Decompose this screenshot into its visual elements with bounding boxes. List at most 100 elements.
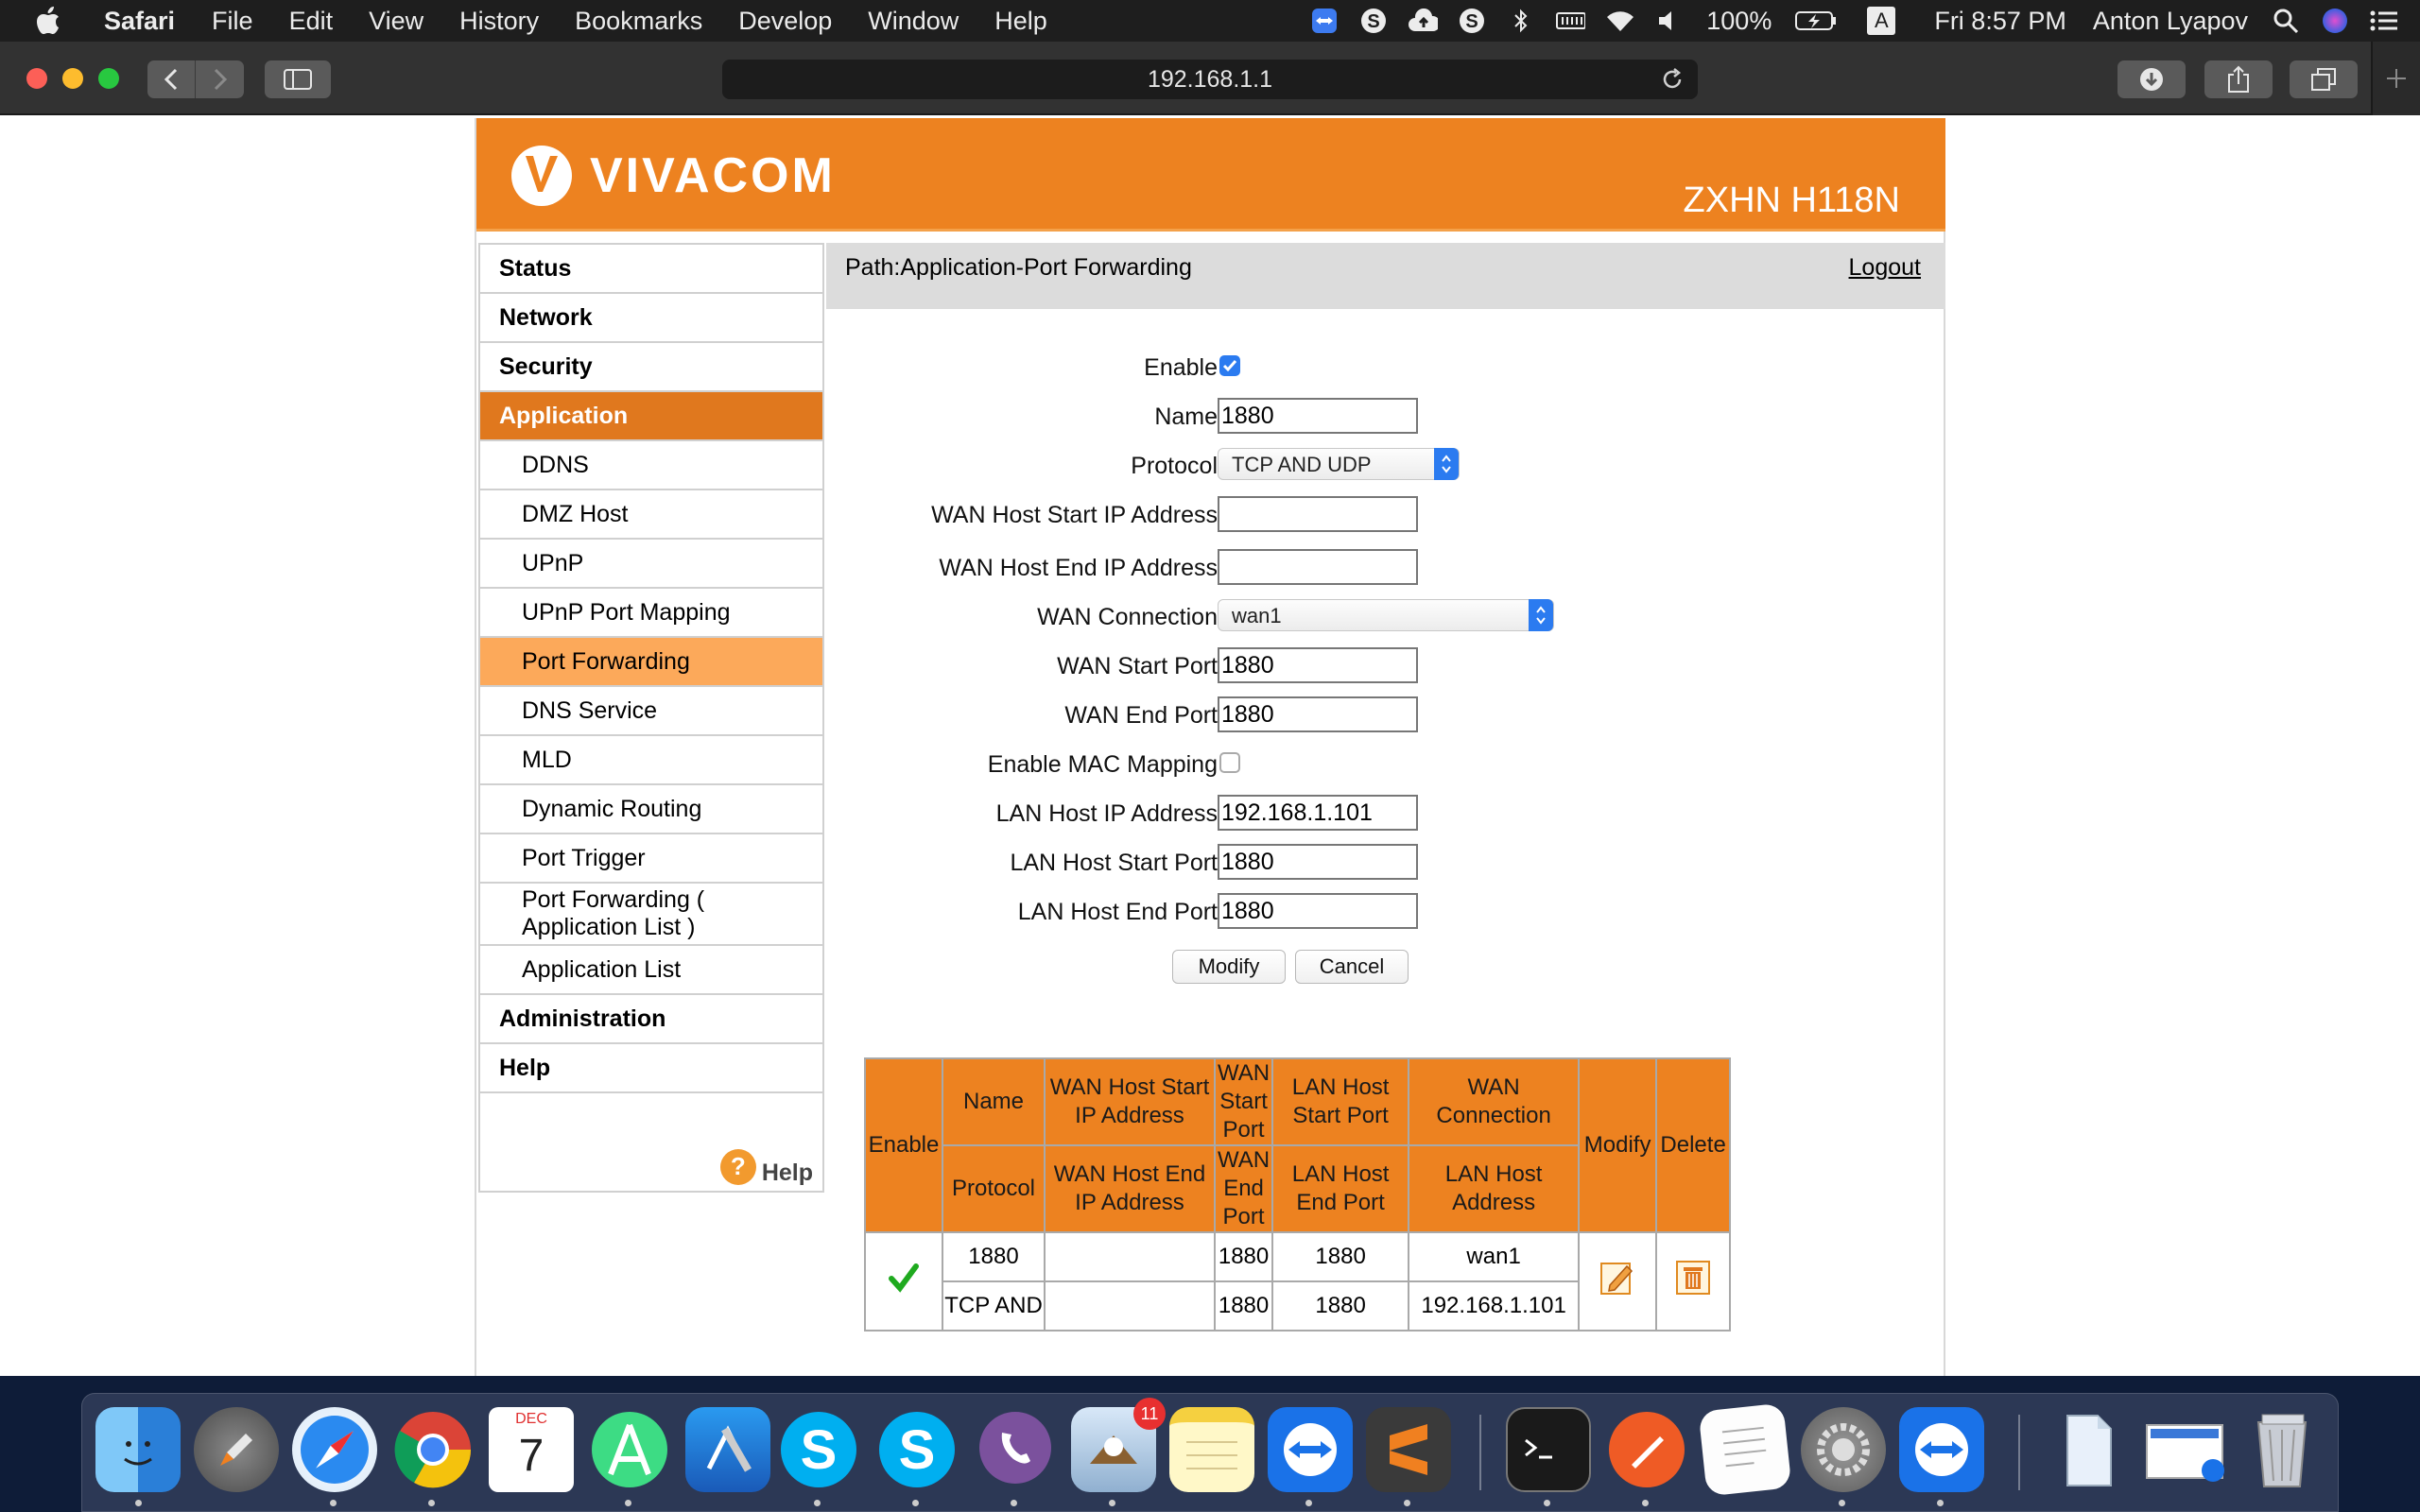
sidebar-item-port-forwarding[interactable]: Port Forwarding (480, 638, 822, 687)
mac-mapping-label: Enable MAC Mapping (987, 751, 1218, 778)
protocol-select[interactable]: TCP AND UDP (1218, 448, 1460, 480)
sidebar-item-dynamic-routing[interactable]: Dynamic Routing (480, 785, 822, 834)
window-minimize-button[interactable] (62, 68, 83, 89)
sidebar-item-port-trigger[interactable]: Port Trigger (480, 834, 822, 884)
skype-icon[interactable]: S (776, 1407, 861, 1492)
android-studio-icon[interactable] (587, 1407, 672, 1492)
router-sidebar: Status Network Security Application DDNS… (478, 243, 824, 1193)
calendar-icon[interactable]: DEC 7 (489, 1407, 574, 1492)
sidebar-item-status[interactable]: Status (480, 245, 822, 294)
enable-checkbox[interactable] (1219, 355, 1240, 376)
menubar-app-name[interactable]: Safari (104, 7, 175, 36)
wan-end-ip-input[interactable] (1218, 549, 1418, 585)
viber-icon[interactable] (973, 1407, 1058, 1492)
modify-button[interactable]: Modify (1172, 950, 1286, 984)
sidebar-item-administration[interactable]: Administration (480, 995, 822, 1044)
sublime-icon[interactable] (1366, 1407, 1451, 1492)
launchpad-icon[interactable] (194, 1407, 279, 1492)
sidebar-item-upnp[interactable]: UPnP (480, 540, 822, 589)
sidebar-item-network[interactable]: Network (480, 294, 822, 343)
apple-menu-icon[interactable] (36, 0, 85, 42)
sidebar-item-help[interactable]: Help (480, 1044, 822, 1093)
window-close-button[interactable] (26, 68, 47, 89)
downloads-button[interactable] (2118, 60, 2186, 98)
teamviewer-icon-2[interactable] (1899, 1407, 1984, 1492)
skype-icon-2[interactable]: S (874, 1407, 959, 1492)
menu-view[interactable]: View (369, 7, 424, 36)
documents-icon[interactable] (2047, 1407, 2132, 1492)
sidebar-item-upnp-port-mapping[interactable]: UPnP Port Mapping (480, 589, 822, 638)
new-tab-button[interactable] (2371, 42, 2420, 115)
logout-link[interactable]: Logout (1849, 254, 1921, 282)
lan-start-port-input[interactable] (1218, 844, 1418, 880)
menu-window[interactable]: Window (868, 7, 959, 36)
siri-icon[interactable] (2320, 6, 2350, 36)
memory-icon[interactable] (1555, 6, 1586, 36)
name-input[interactable] (1218, 398, 1418, 434)
sidebar-item-dns-service[interactable]: DNS Service (480, 687, 822, 736)
wan-connection-select[interactable]: wan1 (1218, 599, 1554, 631)
address-bar[interactable]: 192.168.1.1 (722, 60, 1698, 99)
notification-center-icon[interactable] (2369, 6, 2399, 36)
forward-button[interactable] (196, 60, 244, 98)
skype-status-icon[interactable]: S (1358, 6, 1389, 36)
menu-help[interactable]: Help (994, 7, 1047, 36)
wifi-icon[interactable] (1604, 6, 1634, 36)
cancel-button[interactable]: Cancel (1295, 950, 1409, 984)
svg-text:S: S (801, 1419, 838, 1481)
bluetooth-icon[interactable] (1506, 6, 1536, 36)
help-link[interactable]: ? Help (719, 1146, 813, 1187)
cell-lan-end-port: 1880 (1271, 1280, 1410, 1332)
wan-end-port-input[interactable] (1218, 696, 1418, 732)
menu-develop[interactable]: Develop (738, 7, 832, 36)
trash-icon[interactable] (2239, 1407, 2325, 1492)
wan-start-port-input[interactable] (1218, 647, 1418, 683)
edit-icon[interactable] (1599, 1259, 1636, 1297)
sidebar-item-port-forwarding-app-list[interactable]: Port Forwarding ( Application List ) (480, 884, 822, 946)
tabs-overview-button[interactable] (2290, 60, 2358, 98)
sidebar-item-security[interactable]: Security (480, 343, 822, 392)
chrome-icon[interactable] (390, 1407, 475, 1492)
form-row-name: Name (826, 398, 1945, 436)
sidebar-toggle-button[interactable] (265, 60, 331, 98)
back-button[interactable] (147, 60, 196, 98)
safari-icon[interactable] (292, 1407, 377, 1492)
window-zoom-button[interactable] (98, 68, 119, 89)
sidebar-item-mld[interactable]: MLD (480, 736, 822, 785)
menu-bookmarks[interactable]: Bookmarks (575, 7, 702, 36)
menubar-user[interactable]: Anton Lyapov (2093, 7, 2248, 36)
notes-icon[interactable] (1169, 1407, 1254, 1492)
wan-start-ip-input[interactable] (1218, 496, 1418, 532)
trash-icon[interactable] (1674, 1259, 1712, 1297)
postman-icon[interactable] (1604, 1407, 1689, 1492)
battery-icon[interactable] (1794, 6, 1838, 36)
sidebar-item-ddns[interactable]: DDNS (480, 441, 822, 490)
share-button[interactable] (2204, 60, 2273, 98)
teamviewer-status-icon[interactable] (1309, 6, 1340, 36)
volume-icon[interactable] (1653, 6, 1684, 36)
mail-icon[interactable]: 11 (1071, 1398, 1166, 1492)
input-source-icon[interactable]: A (1866, 6, 1896, 36)
terminal-icon[interactable] (1506, 1407, 1591, 1492)
sidebar-item-dmz-host[interactable]: DMZ Host (480, 490, 822, 540)
cloud-upload-icon[interactable] (1408, 6, 1439, 36)
textedit-icon[interactable] (1698, 1402, 1792, 1497)
teamviewer-icon[interactable] (1268, 1407, 1353, 1492)
skype-status-icon-2[interactable]: S (1457, 6, 1487, 36)
lan-ip-input[interactable] (1218, 795, 1418, 831)
system-preferences-icon[interactable] (1801, 1407, 1886, 1492)
menu-file[interactable]: File (212, 7, 253, 36)
xcode-icon[interactable] (685, 1407, 770, 1492)
menu-history[interactable]: History (459, 7, 539, 36)
menu-edit[interactable]: Edit (289, 7, 334, 36)
sidebar-item-application-list[interactable]: Application List (480, 946, 822, 995)
screenshot-icon[interactable] (2143, 1407, 2228, 1492)
menubar-clock[interactable]: Fri 8:57 PM (1934, 7, 2066, 36)
help-link-label: Help (761, 1160, 813, 1186)
reload-icon[interactable] (1660, 67, 1685, 92)
mac-mapping-checkbox[interactable] (1219, 752, 1240, 773)
finder-icon[interactable] (95, 1407, 181, 1492)
sidebar-item-application[interactable]: Application (480, 392, 822, 441)
lan-end-port-input[interactable] (1218, 893, 1418, 929)
spotlight-search-icon[interactable] (2271, 6, 2301, 36)
